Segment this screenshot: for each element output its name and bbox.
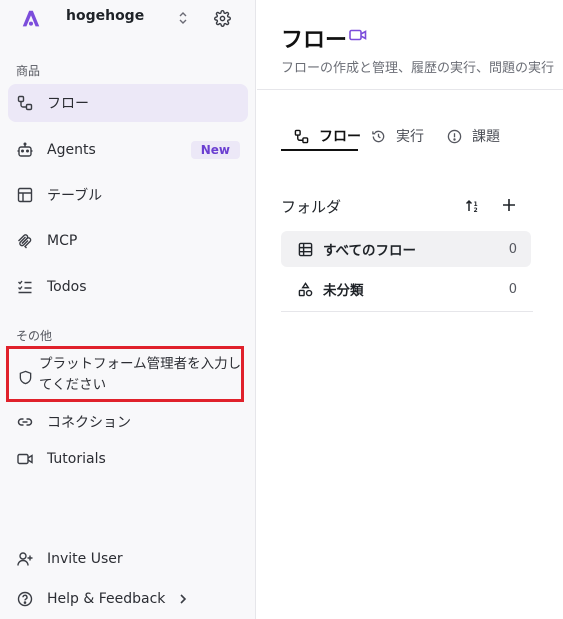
folder-row-uncategorized[interactable]: 未分類 0 xyxy=(281,271,531,307)
new-badge: New xyxy=(190,141,240,159)
gear-icon[interactable] xyxy=(212,8,232,28)
main-panel: フロー フローの作成と管理、履歴の実行、問題の実行 フロー 実行 課題 フォルダ… xyxy=(257,0,563,619)
sidebar-item-tables[interactable]: テーブル xyxy=(8,176,248,214)
folder-count: 0 xyxy=(508,281,517,297)
highlight-box xyxy=(6,346,244,402)
table-icon xyxy=(297,241,313,257)
flow-icon xyxy=(17,95,33,111)
tab-label: 課題 xyxy=(472,129,500,145)
sidebar-item-label: Invite User xyxy=(47,551,123,567)
active-tab-underline xyxy=(281,149,358,151)
tab-label: フロー xyxy=(319,129,361,145)
sidebar-item-label: フロー xyxy=(47,96,89,112)
header-divider xyxy=(257,89,563,90)
table-icon xyxy=(17,187,33,203)
folder-label: すべてのフロー xyxy=(323,243,417,259)
sidebar-item-label: Agents xyxy=(47,142,96,158)
page-subtitle: フローの作成と管理、履歴の実行、問題の実行 xyxy=(281,61,555,76)
tab-flows[interactable]: フロー xyxy=(293,122,361,150)
sidebar-item-tutorials[interactable]: Tutorials xyxy=(8,440,248,478)
section-label-other: その他 xyxy=(16,329,53,343)
video-icon xyxy=(17,451,33,467)
bot-icon xyxy=(17,142,33,158)
folder-count: 0 xyxy=(508,241,517,257)
alert-icon xyxy=(446,128,462,144)
shapes-icon xyxy=(297,281,313,297)
video-icon[interactable] xyxy=(349,27,367,43)
sidebar: hogehoge 商品 フロー Agents New テーブル MCP Todo… xyxy=(0,0,256,619)
todos-icon xyxy=(17,279,33,295)
sidebar-item-label: コネクション xyxy=(47,415,131,431)
chevron-right-icon xyxy=(175,591,191,607)
tab-issues[interactable]: 課題 xyxy=(446,122,500,150)
folders-title: フォルダ xyxy=(281,198,342,216)
mcp-icon xyxy=(17,233,33,249)
page-title: フロー xyxy=(281,28,348,53)
svg-text:2: 2 xyxy=(474,207,478,214)
chevron-up-down-icon[interactable] xyxy=(176,10,190,26)
folder-label: 未分類 xyxy=(323,283,364,299)
sidebar-item-invite-user[interactable]: Invite User xyxy=(8,540,248,578)
flow-icon xyxy=(293,128,309,144)
sidebar-item-flows[interactable]: フロー xyxy=(8,84,248,122)
app-logo-icon[interactable] xyxy=(16,4,46,34)
folder-divider xyxy=(281,311,533,312)
sidebar-item-label: Help & Feedback xyxy=(47,591,166,607)
tab-label: 実行 xyxy=(396,129,424,145)
sidebar-item-todos[interactable]: Todos xyxy=(8,268,248,306)
folder-row-all-flows[interactable]: すべてのフロー 0 xyxy=(281,231,531,267)
link-icon xyxy=(17,414,33,430)
tab-runs[interactable]: 実行 xyxy=(370,122,424,150)
sidebar-item-help-feedback[interactable]: Help & Feedback xyxy=(8,580,248,618)
user-plus-icon xyxy=(17,551,33,567)
sidebar-item-agents[interactable]: Agents New xyxy=(8,131,248,169)
history-icon xyxy=(370,128,386,144)
sidebar-item-connections[interactable]: コネクション xyxy=(8,403,248,441)
sidebar-item-label: テーブル xyxy=(47,188,103,204)
sort-icon[interactable]: 12 xyxy=(464,197,482,215)
section-label-products: 商品 xyxy=(16,64,41,78)
sidebar-item-label: MCP xyxy=(47,233,78,249)
help-icon xyxy=(17,591,33,607)
sidebar-item-label: Todos xyxy=(47,279,87,295)
workspace-name[interactable]: hogehoge xyxy=(66,8,144,24)
sidebar-item-label: Tutorials xyxy=(47,451,106,467)
sidebar-item-mcp[interactable]: MCP xyxy=(8,222,248,260)
add-folder-icon[interactable] xyxy=(500,195,518,215)
